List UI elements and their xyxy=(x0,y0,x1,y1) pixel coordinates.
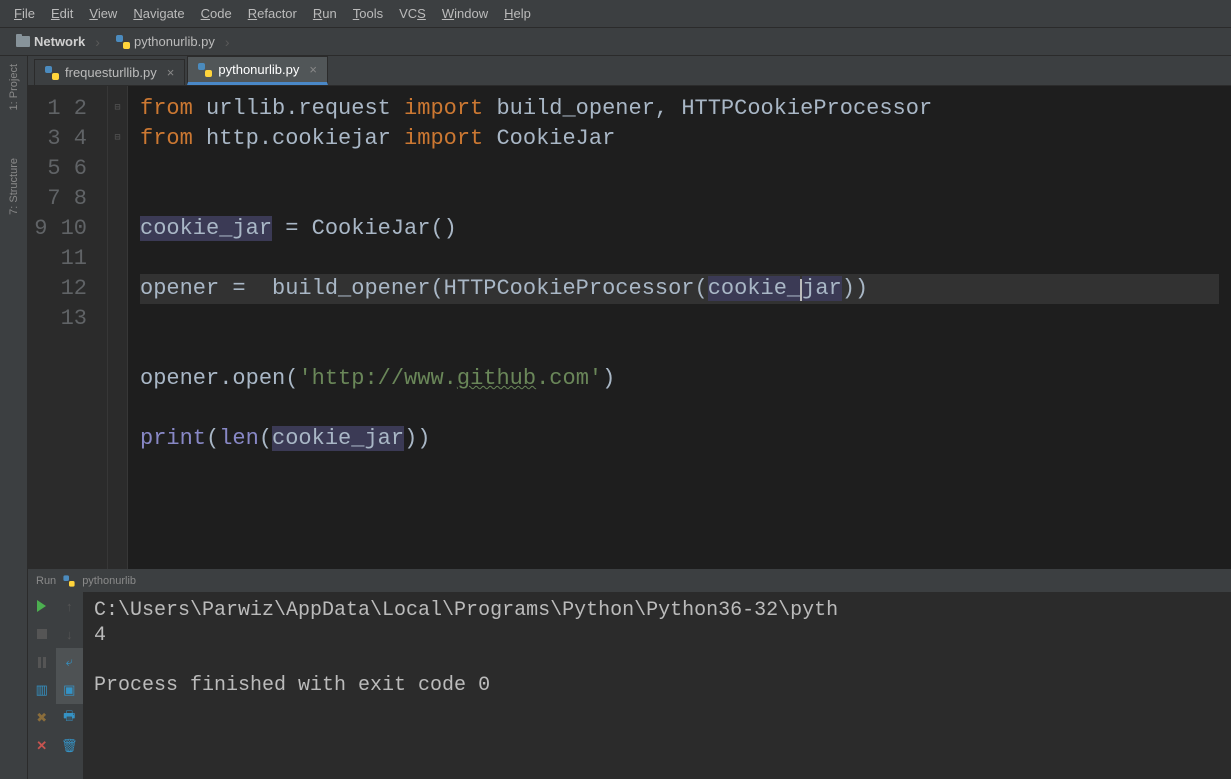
sidebar-tab-structure[interactable]: 7: Structure xyxy=(8,158,20,215)
menu-run[interactable]: Run xyxy=(305,2,345,25)
chevron-right-icon: › xyxy=(95,34,100,50)
up-button[interactable]: ↑ xyxy=(56,592,84,620)
menu-navigate[interactable]: Navigate xyxy=(125,2,192,25)
line-gutter: 1 2 3 4 5 6 7 8 9 10 11 12 13 xyxy=(28,86,108,569)
fold-mark-icon[interactable]: ⊟ xyxy=(108,94,127,124)
run-toolbar: ↑ ↓ ⤶ ▥ ▣ ✖ 🖶 ✕ 🗑 xyxy=(28,592,84,779)
chevron-right-icon: › xyxy=(225,34,230,50)
layout-button[interactable]: ▥ xyxy=(28,676,56,704)
menubar: FileEditViewNavigateCodeRefactorRunTools… xyxy=(0,0,1231,28)
run-panel: Run pythonurlib ↑ ↓ ⤶ ▥ ▣ ✖ 🖶 ✕ 🗑 xyxy=(28,569,1231,779)
print-button[interactable]: 🖶 xyxy=(56,704,84,732)
close-button[interactable]: ✕ xyxy=(28,732,56,760)
folder-icon xyxy=(16,36,30,47)
close-icon[interactable]: × xyxy=(305,62,317,77)
menu-tools[interactable]: Tools xyxy=(345,2,391,25)
left-tool-gutter: 1: Project 7: Structure xyxy=(0,56,28,779)
breadcrumb-project[interactable]: Network › xyxy=(10,34,106,50)
run-output[interactable]: C:\Users\Parwiz\AppData\Local\Programs\P… xyxy=(84,592,1231,779)
sidebar-tab-project[interactable]: 1: Project xyxy=(8,64,20,110)
python-file-icon xyxy=(45,66,59,80)
editor-tab[interactable]: frequesturllib.py × xyxy=(34,59,185,85)
fold-column: ⊟ ⊟ xyxy=(108,86,128,569)
editor-area: frequesturllib.py × pythonurlib.py × 1 2 3 … xyxy=(28,56,1231,779)
menu-window[interactable]: Window xyxy=(434,2,496,25)
menu-help[interactable]: Help xyxy=(496,2,539,25)
breadcrumb-bar: Network › pythonurlib.py › xyxy=(0,28,1231,56)
breadcrumb-file[interactable]: pythonurlib.py › xyxy=(110,34,236,50)
menu-file[interactable]: File xyxy=(6,2,43,25)
menu-refactor[interactable]: Refactor xyxy=(240,2,305,25)
pin-button[interactable]: ✖ xyxy=(28,704,56,732)
pause-button[interactable] xyxy=(28,648,56,676)
scroll-to-end-button[interactable]: ▣ xyxy=(56,676,84,704)
down-button[interactable]: ↓ xyxy=(56,620,84,648)
python-file-icon xyxy=(198,63,212,77)
run-panel-header[interactable]: Run pythonurlib xyxy=(28,570,1231,592)
run-panel-title: Run xyxy=(36,575,56,587)
menu-edit[interactable]: Edit xyxy=(43,2,81,25)
stop-button[interactable] xyxy=(28,620,56,648)
breadcrumb-file-label: pythonurlib.py xyxy=(134,34,215,49)
menu-view[interactable]: View xyxy=(81,2,125,25)
editor-tabbar: frequesturllib.py × pythonurlib.py × xyxy=(28,56,1231,86)
soft-wrap-button[interactable]: ⤶ xyxy=(56,648,84,676)
code-editor[interactable]: 1 2 3 4 5 6 7 8 9 10 11 12 13 ⊟ ⊟ from u… xyxy=(28,86,1231,569)
python-file-icon xyxy=(116,35,130,49)
tab-label: frequesturllib.py xyxy=(65,65,157,80)
close-icon[interactable]: × xyxy=(163,65,175,80)
run-config-name: pythonurlib xyxy=(82,575,136,587)
fold-mark-icon[interactable]: ⊟ xyxy=(108,124,127,154)
menu-code[interactable]: Code xyxy=(193,2,240,25)
python-file-icon xyxy=(64,575,75,586)
trash-button[interactable]: 🗑 xyxy=(56,732,84,760)
breadcrumb-project-label: Network xyxy=(34,34,85,49)
editor-tab[interactable]: pythonurlib.py × xyxy=(187,56,328,85)
menu-vcs[interactable]: VCS xyxy=(391,2,434,25)
code-content[interactable]: from urllib.request import build_opener,… xyxy=(128,86,1231,569)
tab-label: pythonurlib.py xyxy=(218,62,299,77)
run-button[interactable] xyxy=(28,592,56,620)
